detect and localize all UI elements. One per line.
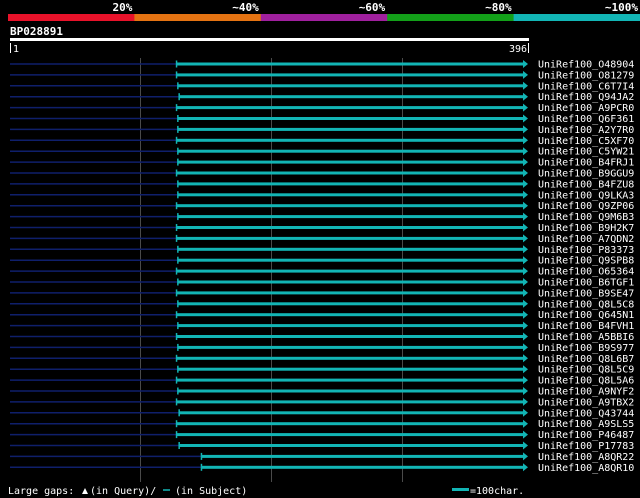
hit-label: UniRef100_B4FZU8 [538,179,634,190]
hit-label: UniRef100_P83373 [538,245,634,256]
hit-label: UniRef100_Q9M6B3 [538,212,634,223]
alignment-chart: 20% ~40% ~60% ~80% ~100% BP028891 1 396 UniR… [0,0,640,498]
hit-bar [177,302,525,306]
hit-label: UniRef100_O48904 [538,60,634,71]
hit-label: UniRef100_A5BBI6 [538,332,634,343]
hit-label: UniRef100_Q9LKA3 [538,190,634,201]
legend-gap-query: (in Query)/ [90,486,156,497]
scale-label: ~60% [359,1,386,14]
scale-label: 20% [113,1,133,14]
hit-bar [176,73,525,77]
legend-scale: =100char. [470,486,524,497]
hit-label: UniRef100_O65364 [538,267,634,278]
hit-bar [176,335,525,338]
hit-label: UniRef100_Q6F361 [538,114,634,125]
scale-label: ~40% [232,1,259,14]
hit-label: UniRef100_Q645N1 [538,310,634,321]
hit-bar [176,62,525,66]
hit-label: UniRef100_B4FVH1 [538,321,634,332]
hit-label: UniRef100_A9NYF2 [538,387,634,398]
query-bar [10,38,529,41]
hit-bar [176,236,525,240]
hit-label: UniRef100_Q8L5C8 [538,299,634,310]
hit-bar [177,193,525,197]
hit-bar [176,291,525,295]
hit-bar [176,422,525,426]
hit-label: UniRef100_B4FRJ1 [538,158,634,169]
scale-bar-icon [452,488,469,491]
hit-bar [177,345,525,349]
hit-label: UniRef100_A8QR10 [538,463,634,474]
hit-label: UniRef100_A7QDN2 [538,234,634,245]
hit-bar [176,313,525,317]
hit-label: UniRef100_B9SE47 [538,288,634,299]
hit-bar [177,149,525,153]
hit-bar [176,106,525,110]
hit-label: UniRef100_B6TGF1 [538,278,634,289]
hit-label: UniRef100_P46487 [538,430,634,441]
hit-bar [201,454,524,458]
hit-bar [176,433,525,437]
hit-bar [176,171,525,175]
scale-segment-4 [387,14,515,21]
legend-gap-subject: (in Subject) [175,486,247,497]
hit-label: UniRef100_O81279 [538,70,634,81]
identity-color-scale [8,14,640,21]
scale-segment-1 [8,14,135,21]
hit-bar [177,160,525,164]
hit-bar [177,389,525,393]
hit-bar [176,226,525,229]
scale-segment-5 [513,14,640,21]
hit-label: UniRef100_Q8L5A6 [538,376,634,387]
hit-label: UniRef100_Q8L6B7 [538,354,634,365]
scale-label: ~80% [485,1,512,14]
legend-large-gaps: Large gaps: [8,486,74,497]
query-start-label: 1 [13,44,19,55]
hit-label: UniRef100_B9S977 [538,343,634,354]
hit-label: UniRef100_C5XF70 [538,136,634,147]
hit-label: UniRef100_C5YW21 [538,147,634,158]
hit-label: UniRef100_B9GGU9 [538,169,634,180]
hit-bar [177,324,525,328]
hit-bar [177,280,525,284]
hit-bar [177,182,525,186]
hit-label: UniRef100_Q9SPB8 [538,256,634,267]
scale-label: ~100% [605,1,638,14]
hit-bar [176,138,525,142]
hit-label: UniRef100_Q9ZP06 [538,201,634,212]
hit-label: UniRef100_A8QR22 [538,452,634,463]
hit-label: UniRef100_Q94JA2 [538,92,634,103]
hit-label: UniRef100_A9TBX2 [538,397,634,408]
scale-segment-2 [134,14,262,21]
hit-bar [176,356,525,360]
hit-label: UniRef100_A9PCR0 [538,103,634,114]
hit-bar [176,204,525,208]
hit-label: UniRef100_C6T7I4 [538,81,634,92]
hit-label: UniRef100_Q8L5C9 [538,365,634,376]
hit-bar [179,95,524,99]
hit-bar [177,84,525,88]
hit-bar [177,215,525,219]
hit-bar [177,247,525,251]
scale-segment-3 [260,14,388,21]
hit-bar [177,117,525,120]
hit-bar [177,367,525,371]
hit-bar [177,258,525,262]
hit-label: UniRef100_B9H2K7 [538,223,634,234]
hit-bar [201,465,524,469]
hit-bar [176,269,525,273]
hit-bar [177,127,525,131]
query-end-label: 396 [509,44,527,55]
hit-bar [176,378,525,382]
hit-label: UniRef100_P17783 [538,441,634,452]
hit-bar [179,444,524,447]
hit-label: UniRef100_Q43744 [538,408,634,419]
hit-bar [176,400,525,404]
hit-label: UniRef100_A9SLS5 [538,419,634,430]
hit-label: UniRef100_A2Y7R0 [538,125,634,136]
query-id: BP028891 [10,25,63,38]
hit-bar [179,411,524,415]
